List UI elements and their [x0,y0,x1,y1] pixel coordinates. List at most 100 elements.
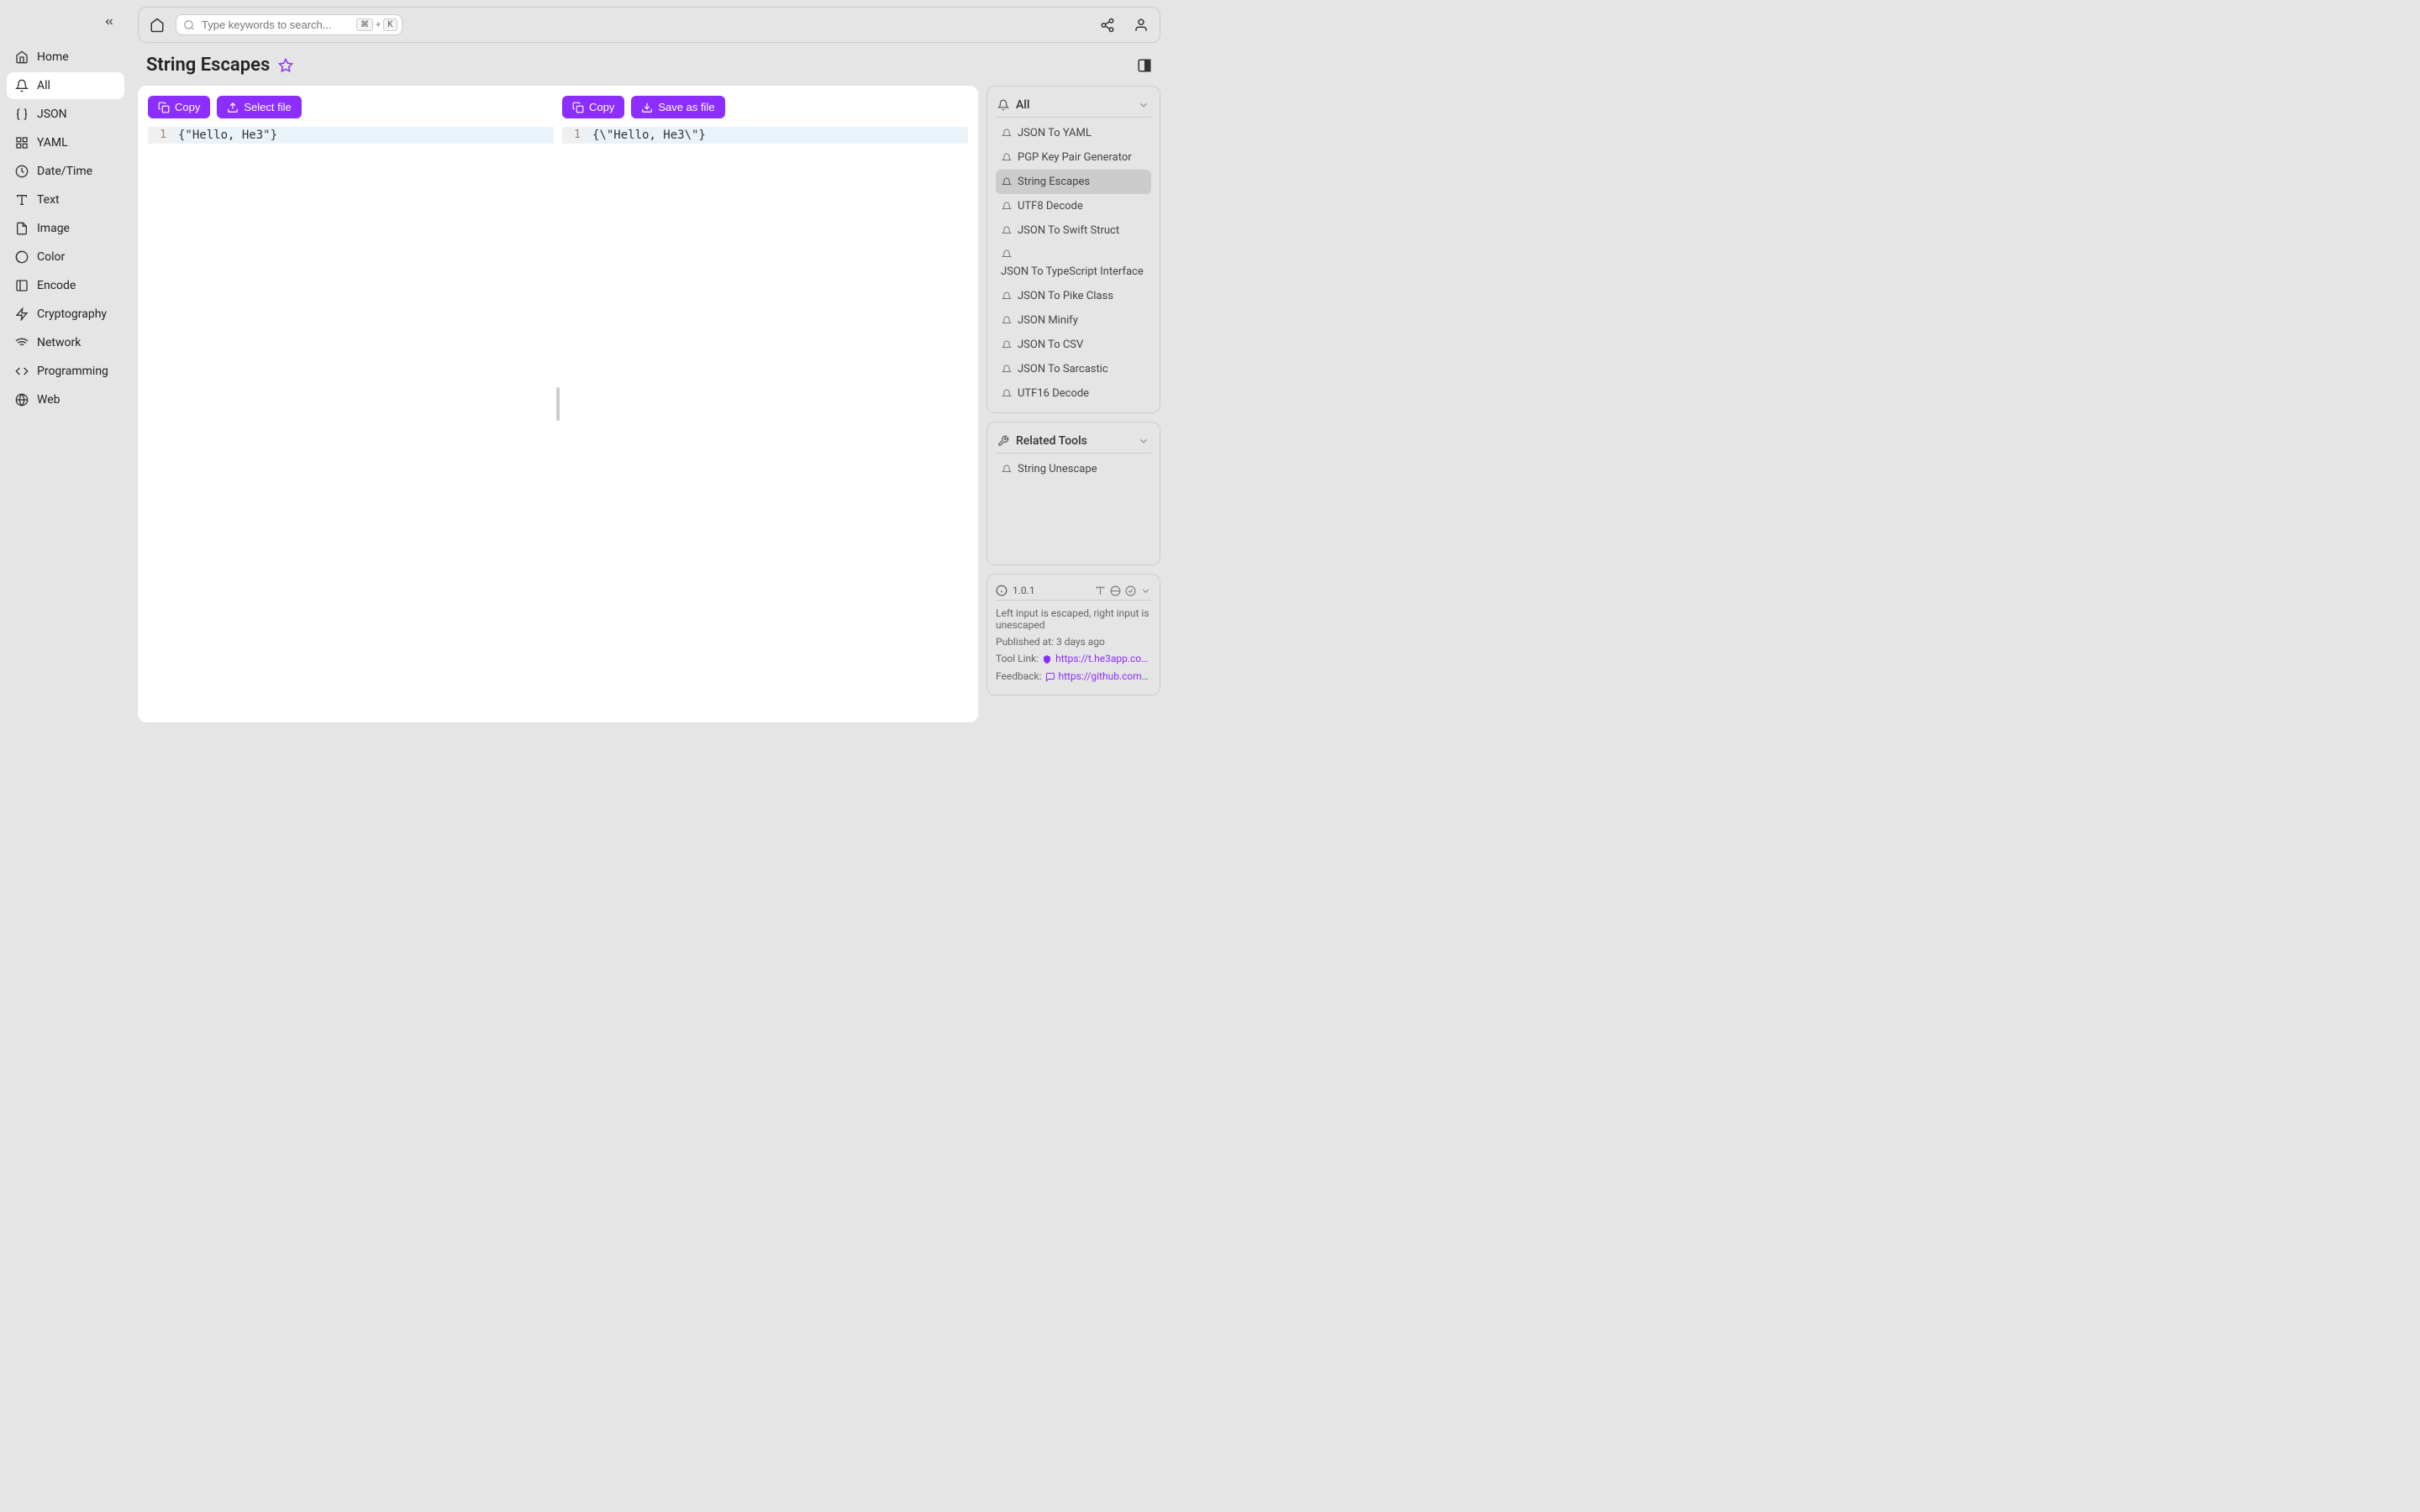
panel-all-label: All [1016,98,1029,112]
info-header: 1.0.1 [996,581,1151,601]
bell-icon [1001,152,1013,164]
info-icon [996,585,1007,596]
tool-list-scroll[interactable]: JSON To YAML PGP Key Pair Generator Stri… [996,121,1151,406]
globe-icon[interactable] [1109,585,1121,596]
info-description: Left input is escaped, right input is un… [996,607,1151,631]
sidebar-item-color[interactable]: Color [7,244,124,270]
main: ⌘ + K String Escapes [131,0,1167,729]
sidebar-item-yaml[interactable]: YAML [7,129,124,156]
copy-label: Copy [589,101,614,113]
sidebar-collapse-button[interactable] [101,13,118,30]
sidebar-item-image[interactable]: Image [7,215,124,242]
copy-button[interactable]: Copy [148,96,210,118]
save-file-label: Save as file [658,101,714,113]
clock-icon [15,165,29,178]
shortcut-hint: ⌘ + K [356,18,397,31]
tool-item[interactable]: JSON To Swift Struct [996,218,1151,243]
sidebar-list: Home All JSON YAML Date/Time Text [7,44,124,413]
panel-info: 1.0.1 Left input is escaped, right input… [986,574,1160,696]
check-icon[interactable] [1124,585,1136,596]
sidebar-item-home[interactable]: Home [7,44,124,71]
topbar: ⌘ + K [138,7,1160,43]
sidebar-item-label: YAML [37,136,68,150]
bell-icon [1001,388,1013,400]
tool-item[interactable]: JSON To Sarcastic [996,357,1151,381]
tool-item[interactable]: JSON To CSV [996,333,1151,357]
tool-item[interactable]: UTF8 Decode [996,194,1151,218]
select-file-button[interactable]: Select file [217,96,301,118]
sidebar-item-programming[interactable]: Programming [7,358,124,385]
tool-list: JSON To YAML PGP Key Pair Generator Stri… [996,121,1151,406]
wrench-icon [997,435,1009,447]
bell-icon [997,99,1009,111]
panel-toggle-button[interactable] [1137,58,1152,73]
user-button[interactable] [1133,17,1150,34]
file-icon [15,222,29,235]
panel-header-related[interactable]: Related Tools [996,429,1151,454]
sidebar: Home All JSON YAML Date/Time Text [0,0,131,729]
tool-item[interactable]: String Escapes [996,170,1151,194]
save-file-button[interactable]: Save as file [631,96,724,118]
tool-item[interactable]: PGP Key Pair Generator [996,145,1151,170]
splitter[interactable] [554,96,562,712]
sidebar-item-label: Encode [37,279,76,292]
encode-icon [15,279,29,292]
tool-item[interactable]: JSON To YAML [996,121,1151,145]
editor-left-toolbar: Copy Select file [148,96,554,118]
editor-left-code[interactable]: 1 {"Hello, He3"} [148,127,554,712]
code-content[interactable]: {\"Hello, He3\"} [587,127,968,144]
download-icon [641,102,653,113]
sidebar-item-label: Network [37,336,81,349]
chevron-down-icon[interactable] [1139,585,1151,596]
message-icon [1044,671,1056,683]
sidebar-item-label: Cryptography [37,307,107,321]
line-number: 1 [562,127,587,144]
info-feedback: Feedback: https://github.com/… [996,670,1151,683]
tool-item[interactable]: JSON Minify [996,308,1151,333]
sidebar-item-datetime[interactable]: Date/Time [7,158,124,185]
bell-icon [15,79,29,92]
bell-icon [1001,201,1013,213]
tool-item[interactable]: JSON To Pike Class [996,284,1151,308]
chevron-down-icon [1138,435,1150,447]
bell-icon [1001,225,1013,237]
sidebar-item-web[interactable]: Web [7,386,124,413]
sidebar-item-label: Text [37,193,60,207]
home-button[interactable] [149,17,166,34]
upload-icon [227,102,239,113]
search-box[interactable]: ⌘ + K [176,14,402,35]
sidebar-item-label: Programming [37,365,108,378]
text-icon[interactable] [1094,585,1106,596]
info-published: Published at: 3 days ago [996,636,1151,648]
copy-button[interactable]: Copy [562,96,624,118]
sidebar-item-json[interactable]: JSON [7,101,124,128]
palette-icon [15,250,29,264]
editor-right-code[interactable]: 1 {\"Hello, He3\"} [562,127,968,712]
sidebar-item-cryptography[interactable]: Cryptography [7,301,124,328]
favorite-button[interactable] [278,58,293,73]
panel-header-all[interactable]: All [996,93,1151,118]
sidebar-item-text[interactable]: Text [7,186,124,213]
panel-related-label: Related Tools [1016,434,1087,448]
tool-link[interactable]: https://t.he3app.co… [1055,653,1148,664]
share-button[interactable] [1099,17,1116,34]
code-content[interactable]: {"Hello, He3"} [173,127,554,144]
sidebar-item-all[interactable]: All [7,72,124,99]
bell-icon [1001,291,1013,302]
sidebar-item-network[interactable]: Network [7,329,124,356]
line-number: 1 [148,127,173,144]
tool-item[interactable]: UTF16 Decode [996,381,1151,406]
right-panel: All JSON To YAML PGP Key Pair Generator … [986,86,1160,722]
search-input[interactable] [202,18,350,31]
related-item[interactable]: String Unescape [996,457,1151,481]
copy-icon [572,102,584,113]
feedback-link[interactable]: https://github.com/… [1059,670,1152,682]
splitter-handle [556,387,560,421]
page-title: String Escapes [146,55,270,76]
copy-label: Copy [175,101,200,113]
editor-right: Copy Save as file 1 {\"Hello, He3\"} [562,96,968,712]
tool-item[interactable]: JSON To TypeScript Interface [996,243,1151,284]
sidebar-item-encode[interactable]: Encode [7,272,124,299]
bell-icon [1001,176,1013,188]
text-icon [15,193,29,207]
